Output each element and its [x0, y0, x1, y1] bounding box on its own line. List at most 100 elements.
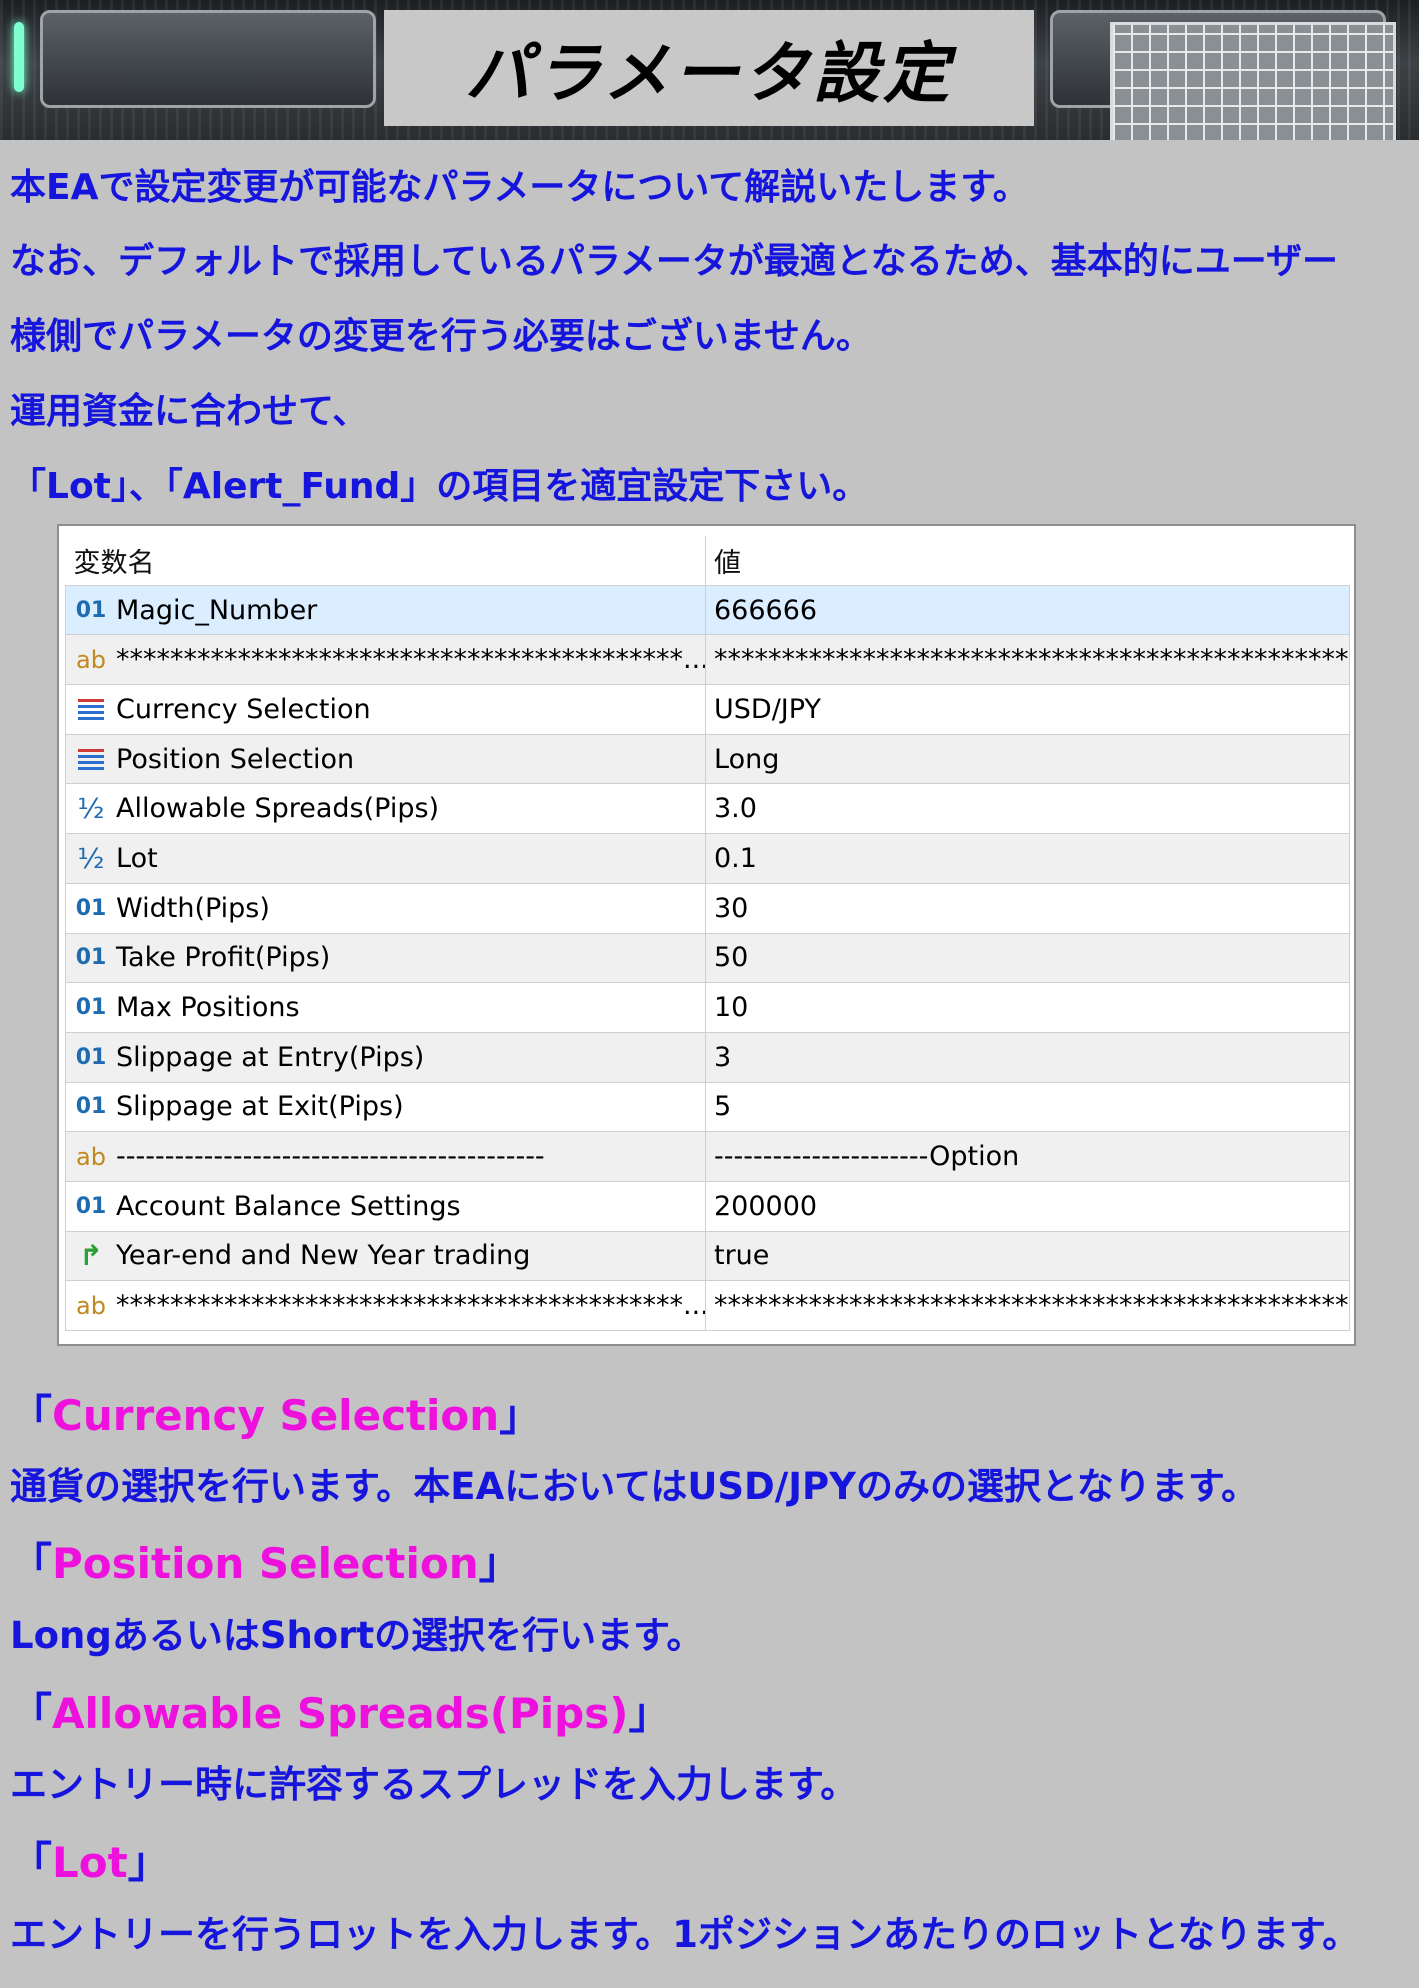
param-value-cell[interactable]: ----------------------Option — [705, 1131, 1350, 1182]
int-icon: 01 — [75, 1193, 107, 1219]
param-value: 666666 — [714, 594, 818, 626]
param-value-cell[interactable]: true — [705, 1230, 1350, 1282]
param-value-cell[interactable]: 30 — [705, 882, 1350, 934]
desc-heading-currency: 「Currency Selection」 — [10, 1382, 541, 1443]
param-name-text: Position Selection — [116, 743, 355, 775]
table-row[interactable]: 01 Magic_Number 666666 — [65, 584, 1350, 636]
param-name: ½ Lot — [67, 842, 705, 875]
table-row[interactable]: 01 Account Balance Settings 200000 — [65, 1180, 1350, 1232]
int-icon: 01 — [75, 1044, 107, 1070]
int-icon: 01 — [75, 1094, 107, 1120]
desc-title: Position Selection — [52, 1539, 479, 1588]
bracket-close: 」 — [499, 1391, 542, 1440]
param-value: ****************************************… — [714, 1290, 1350, 1322]
param-value: ----------------------Option — [714, 1141, 1020, 1173]
param-name: ab **************************************… — [67, 1290, 706, 1322]
param-value: 10 — [714, 992, 749, 1024]
param-value-cell[interactable]: 5 — [705, 1081, 1350, 1133]
param-name-cell[interactable]: Currency Selection — [65, 684, 706, 735]
param-name: 01 Take Profit(Pips) — [67, 942, 705, 974]
param-value: true — [714, 1240, 770, 1272]
param-name-cell[interactable]: ↱ Year-end and New Year trading — [65, 1230, 706, 1282]
param-value: 3 — [714, 1041, 732, 1073]
param-name-cell[interactable]: 01 Slippage at Entry(Pips) — [65, 1031, 706, 1083]
param-value: 30 — [714, 892, 749, 924]
table-row[interactable]: 01 Take Profit(Pips) 50 — [65, 932, 1350, 984]
param-value-cell[interactable]: ****************************************… — [705, 634, 1350, 686]
param-value-cell[interactable]: USD/JPY — [705, 684, 1350, 735]
bracket-close: 」 — [127, 1838, 170, 1887]
param-name-text: Lot — [116, 842, 158, 874]
param-name-cell[interactable]: ab --------------------------------------… — [65, 1131, 706, 1182]
param-value: 200000 — [714, 1190, 818, 1222]
param-name: 01 Slippage at Exit(Pips) — [67, 1091, 705, 1122]
param-value-cell[interactable]: 0.1 — [705, 833, 1350, 884]
desc-heading-lot: 「Lot」 — [10, 1829, 170, 1890]
table-row[interactable]: ab --------------------------------------… — [65, 1131, 1350, 1182]
table-row[interactable]: ab **************************************… — [65, 1280, 1350, 1331]
param-value-cell[interactable]: Long — [705, 733, 1350, 785]
column-header-name[interactable]: 変数名 — [65, 536, 706, 586]
param-name-text: ****************************************… — [116, 644, 706, 676]
param-value-cell[interactable]: 3.0 — [705, 783, 1350, 835]
enum-icon — [74, 695, 108, 723]
table-row[interactable]: Position Selection Long — [65, 733, 1350, 785]
param-name-cell[interactable]: Position Selection — [65, 733, 706, 785]
param-value-cell[interactable]: ****************************************… — [705, 1280, 1350, 1331]
param-name-cell[interactable]: ½ Allowable Spreads(Pips) — [65, 783, 706, 835]
int-icon: 01 — [75, 597, 107, 623]
param-name-cell[interactable]: 01 Account Balance Settings — [65, 1180, 706, 1232]
param-name-cell[interactable]: ab **************************************… — [65, 1280, 706, 1331]
param-name-cell[interactable]: 01 Take Profit(Pips) — [65, 932, 706, 984]
table-row[interactable]: 01 Max Positions 10 — [65, 982, 1350, 1033]
param-name-cell[interactable]: 01 Max Positions — [65, 982, 706, 1033]
param-value: 5 — [714, 1091, 732, 1123]
intro-line-4: 運用資金に合わせて、 — [10, 391, 369, 432]
param-name-cell[interactable]: ab **************************************… — [65, 634, 706, 686]
param-name-cell[interactable]: 01 Magic_Number — [65, 584, 706, 636]
table-row[interactable]: 01 Width(Pips) 30 — [65, 882, 1350, 934]
param-name-text: Take Profit(Pips) — [116, 942, 331, 974]
table-body: 01 Magic_Number 666666 ab ******************… — [65, 584, 1350, 1331]
param-name-text: Year-end and New Year trading — [116, 1240, 531, 1272]
table-row[interactable]: ½ Lot 0.1 — [65, 833, 1350, 884]
param-name: 01 Slippage at Entry(Pips) — [67, 1041, 705, 1073]
desc-title: Allowable Spreads(Pips) — [52, 1689, 629, 1738]
right-grid-decoration — [1110, 22, 1396, 140]
bracket-close: 」 — [478, 1539, 521, 1588]
param-name: Position Selection — [67, 743, 705, 775]
table-row[interactable]: 01 Slippage at Exit(Pips) 5 — [65, 1081, 1350, 1133]
desc-title: Currency Selection — [52, 1391, 500, 1440]
param-value-cell[interactable]: 10 — [705, 982, 1350, 1033]
param-value-cell[interactable]: 3 — [705, 1031, 1350, 1083]
column-header-value-label: 値 — [714, 547, 741, 579]
table-row[interactable]: 01 Slippage at Entry(Pips) 3 — [65, 1031, 1350, 1083]
param-name-text: ----------------------------------------… — [116, 1141, 545, 1173]
param-name-text: Slippage at Entry(Pips) — [116, 1041, 425, 1073]
param-value: USD/JPY — [714, 693, 821, 725]
param-name-cell[interactable]: ½ Lot — [65, 833, 706, 884]
param-value-cell[interactable]: 200000 — [705, 1180, 1350, 1232]
column-header-value[interactable]: 値 — [705, 536, 1350, 586]
table-row[interactable]: ↱ Year-end and New Year trading true — [65, 1230, 1350, 1282]
param-value-cell[interactable]: 666666 — [705, 584, 1350, 636]
banner-title-box: パラメータ設定 — [384, 10, 1034, 126]
table-row[interactable]: ab **************************************… — [65, 634, 1350, 686]
param-value: 50 — [714, 942, 749, 974]
param-value-cell[interactable]: 50 — [705, 932, 1350, 984]
page-title: パラメータ設定 — [464, 35, 954, 112]
table-row[interactable]: ½ Allowable Spreads(Pips) 3.0 — [65, 783, 1350, 835]
param-name: ↱ Year-end and New Year trading — [67, 1239, 705, 1272]
int-icon: 01 — [75, 895, 107, 921]
table-row[interactable]: Currency Selection USD/JPY — [65, 684, 1350, 735]
param-name-cell[interactable]: 01 Slippage at Exit(Pips) — [65, 1081, 706, 1133]
param-name-cell[interactable]: 01 Width(Pips) — [65, 882, 706, 934]
desc-heading-spreads: 「Allowable Spreads(Pips)」 — [10, 1680, 670, 1741]
desc-body-lot: エントリーを行うロットを入力します。1ポジションあたりのロットとなります。 — [10, 1913, 1360, 1956]
param-name-text: Max Positions — [116, 992, 300, 1024]
param-name-text: ****************************************… — [116, 1290, 706, 1322]
param-name: ½ Allowable Spreads(Pips) — [67, 792, 705, 825]
bracket-open: 「 — [10, 1391, 53, 1440]
intro-line-2: なお、デフォルトで採用しているパラメータが最適となるため、基本的にユーザー — [10, 241, 1339, 282]
param-name: Currency Selection — [67, 694, 705, 725]
